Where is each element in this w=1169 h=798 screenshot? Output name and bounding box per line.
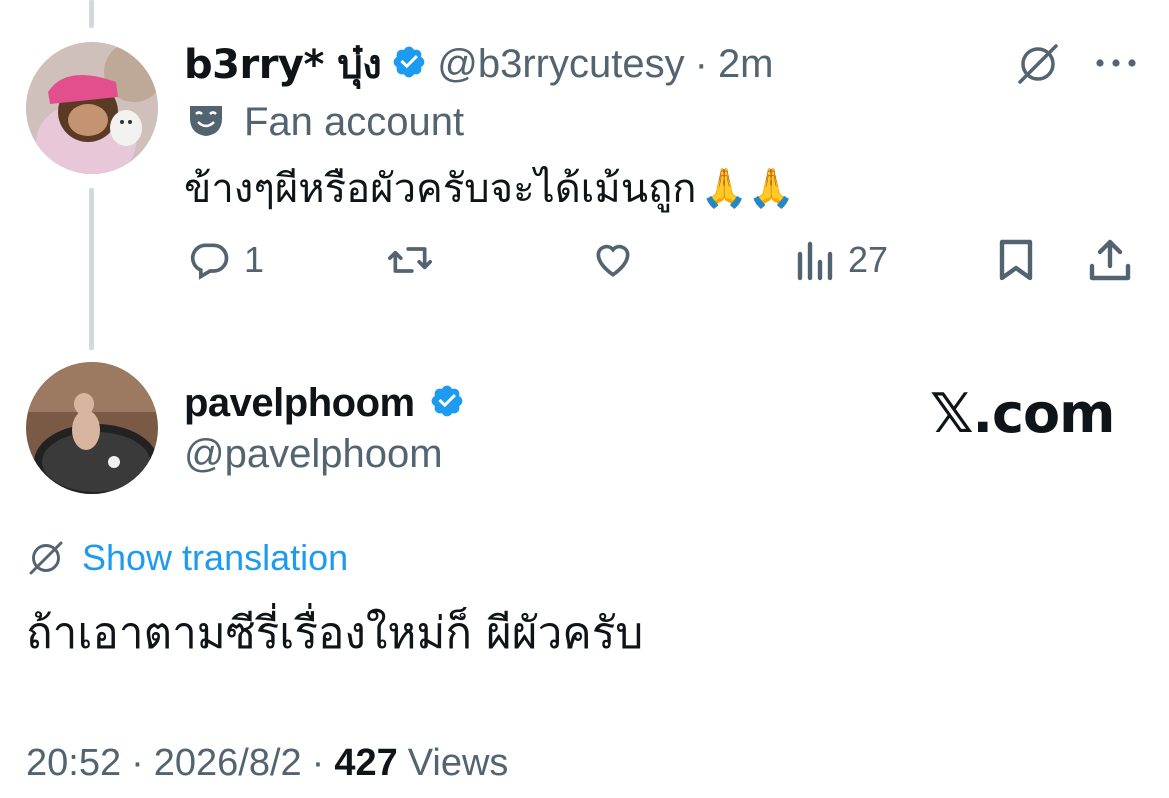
views-count: 427 [334, 742, 398, 784]
views-label: Views [407, 742, 509, 784]
main-display-name[interactable]: pavelphoom [184, 381, 415, 426]
separator: · [131, 742, 144, 784]
reply-button[interactable]: 1 [188, 238, 264, 282]
reply-time[interactable]: 2m [718, 42, 774, 87]
pray-emoji: 🙏🙏 [700, 165, 796, 210]
share-button[interactable] [1088, 238, 1132, 282]
translate-icon[interactable] [1014, 40, 1062, 88]
main-text: ถ้าเอาตามซีรี่เรื่องใหม่ก็ ผีผัวครับ [26, 608, 644, 659]
reply-text: ข้างๆผีหรือผัวครับจะได้เม้นถูก 🙏🙏 [184, 156, 795, 220]
like-button[interactable] [590, 238, 636, 282]
fan-account-text: Fan account [244, 99, 465, 144]
reply-body: ข้างๆผีหรือผัวครับจะได้เม้นถูก [184, 166, 697, 212]
main-handle[interactable]: @pavelphoom [184, 432, 443, 477]
reply-icon [190, 243, 229, 280]
views-icon [797, 241, 833, 281]
thread-line [89, 0, 94, 28]
thread-line [89, 188, 94, 350]
separator: · [694, 41, 708, 86]
x-logo-label: 𝕏.com [930, 382, 1115, 445]
tweet-date[interactable]: 2026/8/2 [154, 742, 302, 785]
retweet-button[interactable] [386, 238, 434, 282]
verified-badge-icon [391, 44, 427, 85]
views-count: 27 [848, 239, 889, 280]
views-button[interactable]: 27 [796, 238, 888, 282]
reply-display-name[interactable]: b3rry* บุ๋ง [184, 32, 382, 96]
verified-badge-icon [429, 383, 465, 424]
bookmark-icon [999, 239, 1033, 281]
tweet-meta: 20:52 · 2026/8/2 · 427 Views [26, 742, 508, 785]
reply-header: b3rry* บุ๋ง @b3rrycutesy · 2m [184, 38, 774, 90]
tweet-time[interactable]: 20:52 [26, 742, 121, 785]
avatar[interactable] [26, 362, 158, 494]
separator: · [311, 742, 325, 784]
main-name-row: pavelphoom [184, 378, 465, 428]
reply-handle[interactable]: @b3rrycutesy [437, 42, 684, 87]
more-icon[interactable] [1094, 56, 1138, 70]
avatar[interactable] [26, 42, 158, 174]
reply-count: 1 [244, 239, 265, 280]
show-translation-link[interactable]: Show translation [26, 536, 348, 580]
retweet-icon [388, 247, 432, 273]
like-icon [596, 244, 630, 277]
fan-account-label: Fan account [186, 100, 464, 144]
theater-mask-icon [186, 100, 226, 145]
translate-icon [29, 541, 63, 575]
share-icon [1089, 239, 1131, 281]
show-translation-text: Show translation [82, 537, 349, 578]
bookmark-button[interactable] [996, 238, 1036, 282]
